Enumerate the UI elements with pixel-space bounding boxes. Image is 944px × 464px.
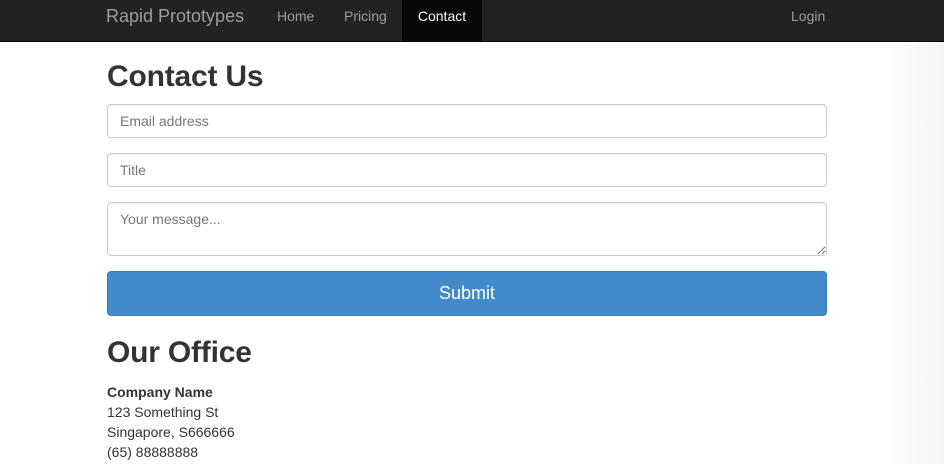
phone-number: (65) 88888888 [107,444,199,460]
nav-pricing-link[interactable]: Pricing [329,0,402,41]
brand-link[interactable]: Rapid Prototypes [106,0,244,41]
title-field[interactable] [107,153,827,187]
contact-heading: Contact Us [107,60,264,93]
city-postcode: Singapore, S666666 [107,424,235,440]
message-textarea[interactable] [107,202,827,256]
street-address: 123 Something St [107,404,219,420]
login-link[interactable]: Login [776,0,840,41]
page-edge-shadow [884,42,944,464]
contact-form: Submit [107,104,827,316]
office-address: Company Name 123 Something St Singapore,… [107,382,827,462]
company-name: Company Name [107,384,213,400]
office-heading: Our Office [107,336,252,369]
main-content: Contact Us Submit Our Office Company Nam… [107,42,827,462]
email-field[interactable] [107,104,827,138]
nav-contact-link[interactable]: Contact [402,0,482,41]
nav-home-link[interactable]: Home [262,0,329,41]
top-navbar: Rapid Prototypes Home Pricing Contact Lo… [0,0,944,42]
submit-button[interactable]: Submit [107,271,827,316]
